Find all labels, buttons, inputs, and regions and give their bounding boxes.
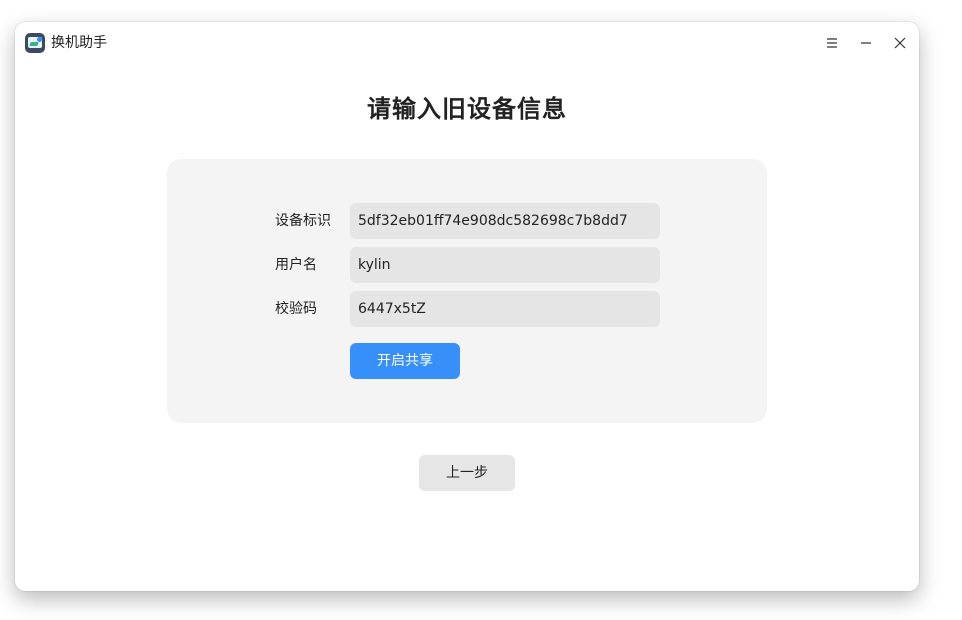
username-field[interactable]: kylin [350,247,660,283]
minimize-icon [861,42,871,44]
minimize-button[interactable] [854,31,878,55]
app-logo-dot [37,37,42,42]
menu-icon [827,38,837,48]
title-bar: 换机助手 [15,22,919,64]
page-title: 请输入旧设备信息 [367,95,567,123]
app-window: 换机助手 请输入旧设备信息 设备标识 5df32eb01ff74e908dc58… [15,22,919,591]
verification-code-label: 校验码 [275,301,317,317]
device-id-field[interactable]: 5df32eb01ff74e908dc582698c7b8dd7 [350,203,660,239]
app-logo-icon [25,33,45,53]
verification-code-field[interactable]: 6447x5tZ [350,291,660,327]
close-icon [894,37,906,49]
previous-step-button[interactable]: 上一步 [419,455,515,491]
username-label: 用户名 [275,257,317,273]
close-button[interactable] [888,31,912,55]
menu-button[interactable] [820,31,844,55]
start-share-button[interactable]: 开启共享 [350,343,460,379]
app-title: 换机助手 [51,35,107,51]
device-id-label: 设备标识 [275,213,331,229]
